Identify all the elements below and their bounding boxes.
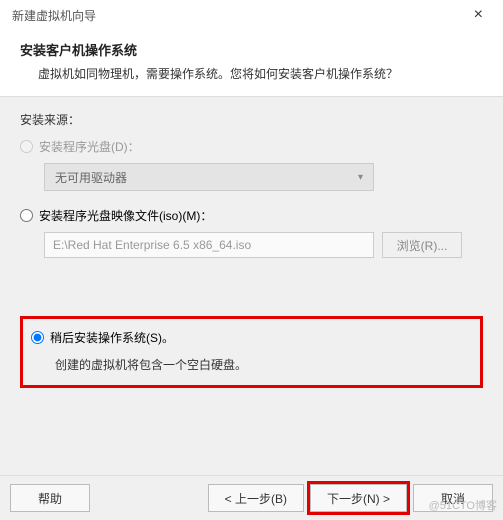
radio-install-later-label: 稍后安装操作系统(S)。	[50, 329, 174, 346]
window-title: 新建虚拟机向导	[12, 7, 96, 24]
option-iso: 安装程序光盘映像文件(iso)(M)： 浏览(R)...	[20, 207, 483, 258]
radio-install-later[interactable]	[31, 331, 44, 344]
install-source-label: 安装来源：	[20, 111, 483, 128]
chevron-down-icon: ▾	[358, 172, 363, 183]
option-disc: 安装程序光盘(D)： 无可用驱动器 ▾	[20, 138, 483, 191]
radio-iso-file[interactable]	[20, 209, 33, 222]
radio-installer-disc-label: 安装程序光盘(D)：	[39, 138, 140, 155]
watermark: @51CTO博客	[429, 497, 497, 513]
titlebar: 新建虚拟机向导 ×	[0, 0, 503, 30]
page-title: 安装客户机操作系统	[20, 40, 483, 59]
radio-iso-file-label: 安装程序光盘映像文件(iso)(M)：	[39, 207, 212, 224]
iso-path-input	[44, 232, 374, 258]
drive-combo: 无可用驱动器 ▾	[44, 163, 374, 191]
back-button[interactable]: < 上一步(B)	[208, 484, 304, 512]
page-description: 虚拟机如同物理机，需要操作系统。您将如何安装客户机操作系统？	[20, 65, 483, 82]
wizard-header: 安装客户机操作系统 虚拟机如同物理机，需要操作系统。您将如何安装客户机操作系统？	[0, 30, 503, 97]
browse-button: 浏览(R)...	[382, 232, 462, 258]
install-later-note: 创建的虚拟机将包含一个空白硬盘。	[55, 356, 472, 373]
radio-installer-disc	[20, 140, 33, 153]
close-icon[interactable]: ×	[466, 6, 491, 24]
wizard-content: 安装来源： 安装程序光盘(D)： 无可用驱动器 ▾ 安装程序光盘映像文件(iso…	[0, 97, 503, 475]
wizard-footer: 帮助 < 上一步(B) 下一步(N) > 取消	[0, 475, 503, 520]
next-button[interactable]: 下一步(N) >	[310, 484, 407, 512]
drive-combo-value: 无可用驱动器	[55, 169, 127, 186]
help-button[interactable]: 帮助	[10, 484, 90, 512]
option-later-highlight: 稍后安装操作系统(S)。 创建的虚拟机将包含一个空白硬盘。	[20, 316, 483, 388]
